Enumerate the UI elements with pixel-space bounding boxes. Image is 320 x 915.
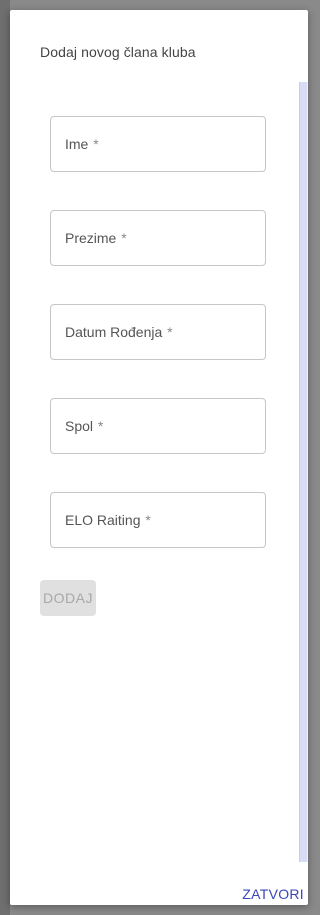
dialog-content: Ime * Prezime * Datum Rođenja * Spol * E… (10, 82, 308, 862)
dialog-title: Dodaj novog člana kluba (40, 44, 196, 60)
add-button[interactable]: DODAJ (40, 580, 96, 616)
gender-field[interactable]: Spol * (50, 398, 266, 454)
last-name-field[interactable]: Prezime * (50, 210, 266, 266)
birth-date-input[interactable] (51, 305, 265, 359)
add-member-dialog: Dodaj novog člana kluba Ime * Prezime * … (10, 10, 308, 905)
gender-input[interactable] (51, 399, 265, 453)
scrollbar-thumb[interactable] (299, 82, 307, 862)
last-name-input[interactable] (51, 211, 265, 265)
first-name-input[interactable] (51, 117, 265, 171)
first-name-field[interactable]: Ime * (50, 116, 266, 172)
scrollbar-track[interactable] (299, 82, 308, 862)
backdrop-overlay (0, 0, 10, 915)
elo-rating-input[interactable] (51, 493, 265, 547)
birth-date-field[interactable]: Datum Rođenja * (50, 304, 266, 360)
elo-rating-field[interactable]: ELO Raiting * (50, 492, 266, 548)
close-button[interactable]: ZATVORI (242, 886, 304, 902)
